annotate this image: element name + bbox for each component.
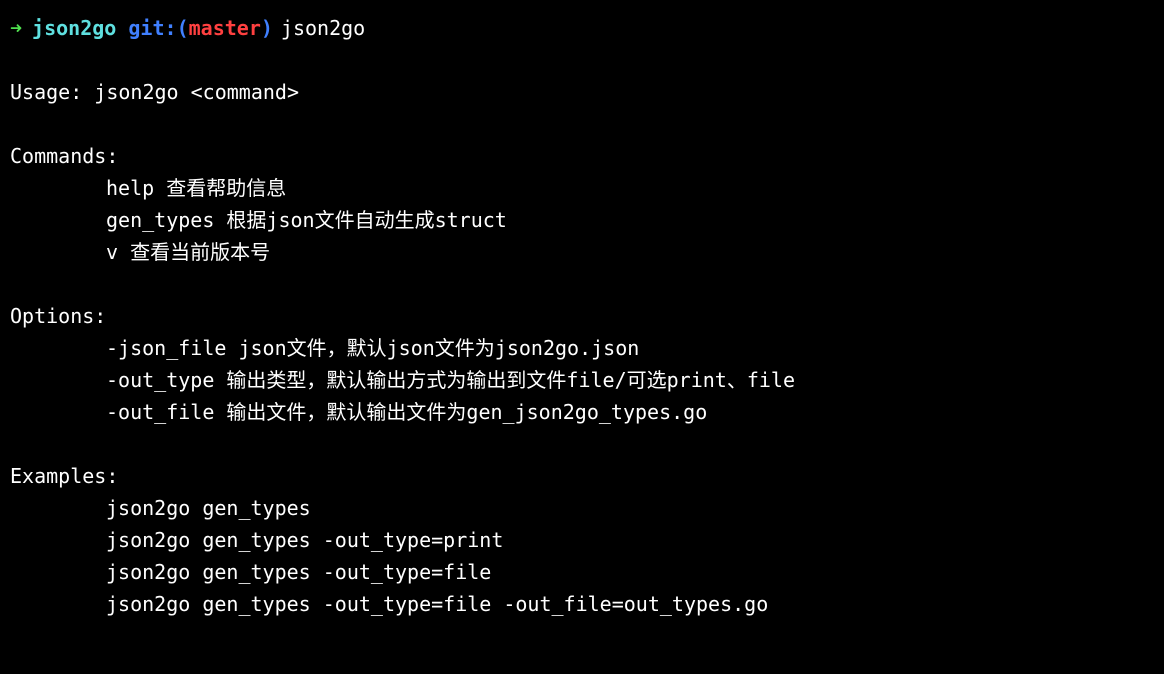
commands-header: Commands: [10, 140, 1154, 172]
example-row: json2go gen_types [106, 492, 1154, 524]
options-header: Options: [10, 300, 1154, 332]
command-row: v 查看当前版本号 [106, 236, 1154, 268]
usage-line: Usage: json2go <command> [10, 76, 1154, 108]
option-row: -out_file 输出文件，默认输出文件为gen_json2go_types.… [106, 396, 1154, 428]
command-desc: 根据json文件自动生成struct [226, 208, 506, 232]
command-row: gen_types 根据json文件自动生成struct [106, 204, 1154, 236]
option-desc: 输出类型，默认输出方式为输出到文件file/可选print、file [226, 368, 795, 392]
option-row: -out_type 输出类型，默认输出方式为输出到文件file/可选print、… [106, 364, 1154, 396]
command-name: help [106, 176, 154, 200]
prompt-paren-open: ( [177, 12, 189, 44]
option-flag: -json_file [106, 336, 226, 360]
option-flag: -out_file [106, 400, 214, 424]
example-row: json2go gen_types -out_type=file [106, 556, 1154, 588]
command-desc: 查看当前版本号 [130, 240, 270, 264]
option-desc: 输出文件，默认输出文件为gen_json2go_types.go [226, 400, 707, 424]
prompt-branch: master [189, 12, 261, 44]
prompt-directory: json2go [32, 12, 116, 44]
prompt-git-label: git: [128, 12, 176, 44]
examples-header: Examples: [10, 460, 1154, 492]
command-name: gen_types [106, 208, 214, 232]
prompt-paren-close: ) [261, 12, 273, 44]
shell-prompt: ➜ json2go git: ( master ) json2go [10, 12, 1154, 44]
prompt-command[interactable]: json2go [281, 12, 365, 44]
option-row: -json_file json文件，默认json文件为json2go.json [106, 332, 1154, 364]
example-row: json2go gen_types -out_type=file -out_fi… [106, 588, 1154, 620]
option-desc: json文件，默认json文件为json2go.json [238, 336, 639, 360]
option-flag: -out_type [106, 368, 214, 392]
command-name: v [106, 240, 118, 264]
prompt-arrow-icon: ➜ [10, 12, 22, 44]
example-row: json2go gen_types -out_type=print [106, 524, 1154, 556]
command-row: help 查看帮助信息 [106, 172, 1154, 204]
command-desc: 查看帮助信息 [166, 176, 286, 200]
